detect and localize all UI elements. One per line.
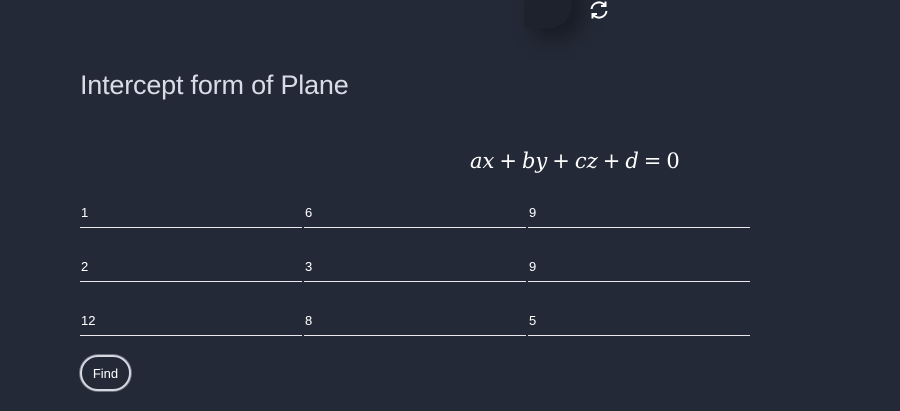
input-r3-c3[interactable]	[528, 305, 750, 336]
equation-equals: =	[643, 149, 662, 173]
input-cell	[80, 251, 302, 305]
input-cell	[80, 305, 302, 359]
input-r1-c2[interactable]	[304, 197, 526, 228]
find-button[interactable]: Find	[80, 355, 131, 391]
input-r2-c1[interactable]	[80, 251, 302, 282]
input-r3-c2[interactable]	[304, 305, 526, 336]
input-cell	[528, 197, 750, 251]
input-row	[80, 197, 750, 251]
page: Intercept form of Plane ax+by+cz+d=0 Fin…	[0, 0, 900, 411]
plane-equation: ax + by + cz + d = 0	[470, 149, 680, 173]
equation-plus: +	[552, 149, 570, 173]
equation-plus: +	[602, 149, 621, 173]
decorative-tab	[524, 0, 572, 28]
input-row	[80, 251, 750, 305]
refresh-icon	[590, 1, 608, 19]
equation-plus: +	[499, 149, 517, 173]
coefficient-grid	[80, 197, 750, 359]
input-r2-c3[interactable]	[528, 251, 750, 282]
equation-term-cz: cz	[574, 149, 598, 173]
input-cell	[80, 197, 302, 251]
input-cell	[304, 251, 526, 305]
refresh-button[interactable]	[587, 0, 611, 20]
page-title: Intercept form of Plane	[80, 70, 349, 100]
input-r3-c1[interactable]	[80, 305, 302, 336]
input-cell	[528, 251, 750, 305]
input-cell	[304, 305, 526, 359]
equation-term-by: by	[521, 149, 548, 173]
input-row	[80, 305, 750, 359]
equation-term-d: d	[625, 149, 639, 173]
equation-zero: 0	[666, 149, 680, 173]
input-cell	[528, 305, 750, 359]
input-r1-c3[interactable]	[528, 197, 750, 228]
equation-term-ax: ax	[470, 149, 495, 173]
input-r1-c1[interactable]	[80, 197, 302, 228]
input-r2-c2[interactable]	[304, 251, 526, 282]
input-cell	[304, 197, 526, 251]
